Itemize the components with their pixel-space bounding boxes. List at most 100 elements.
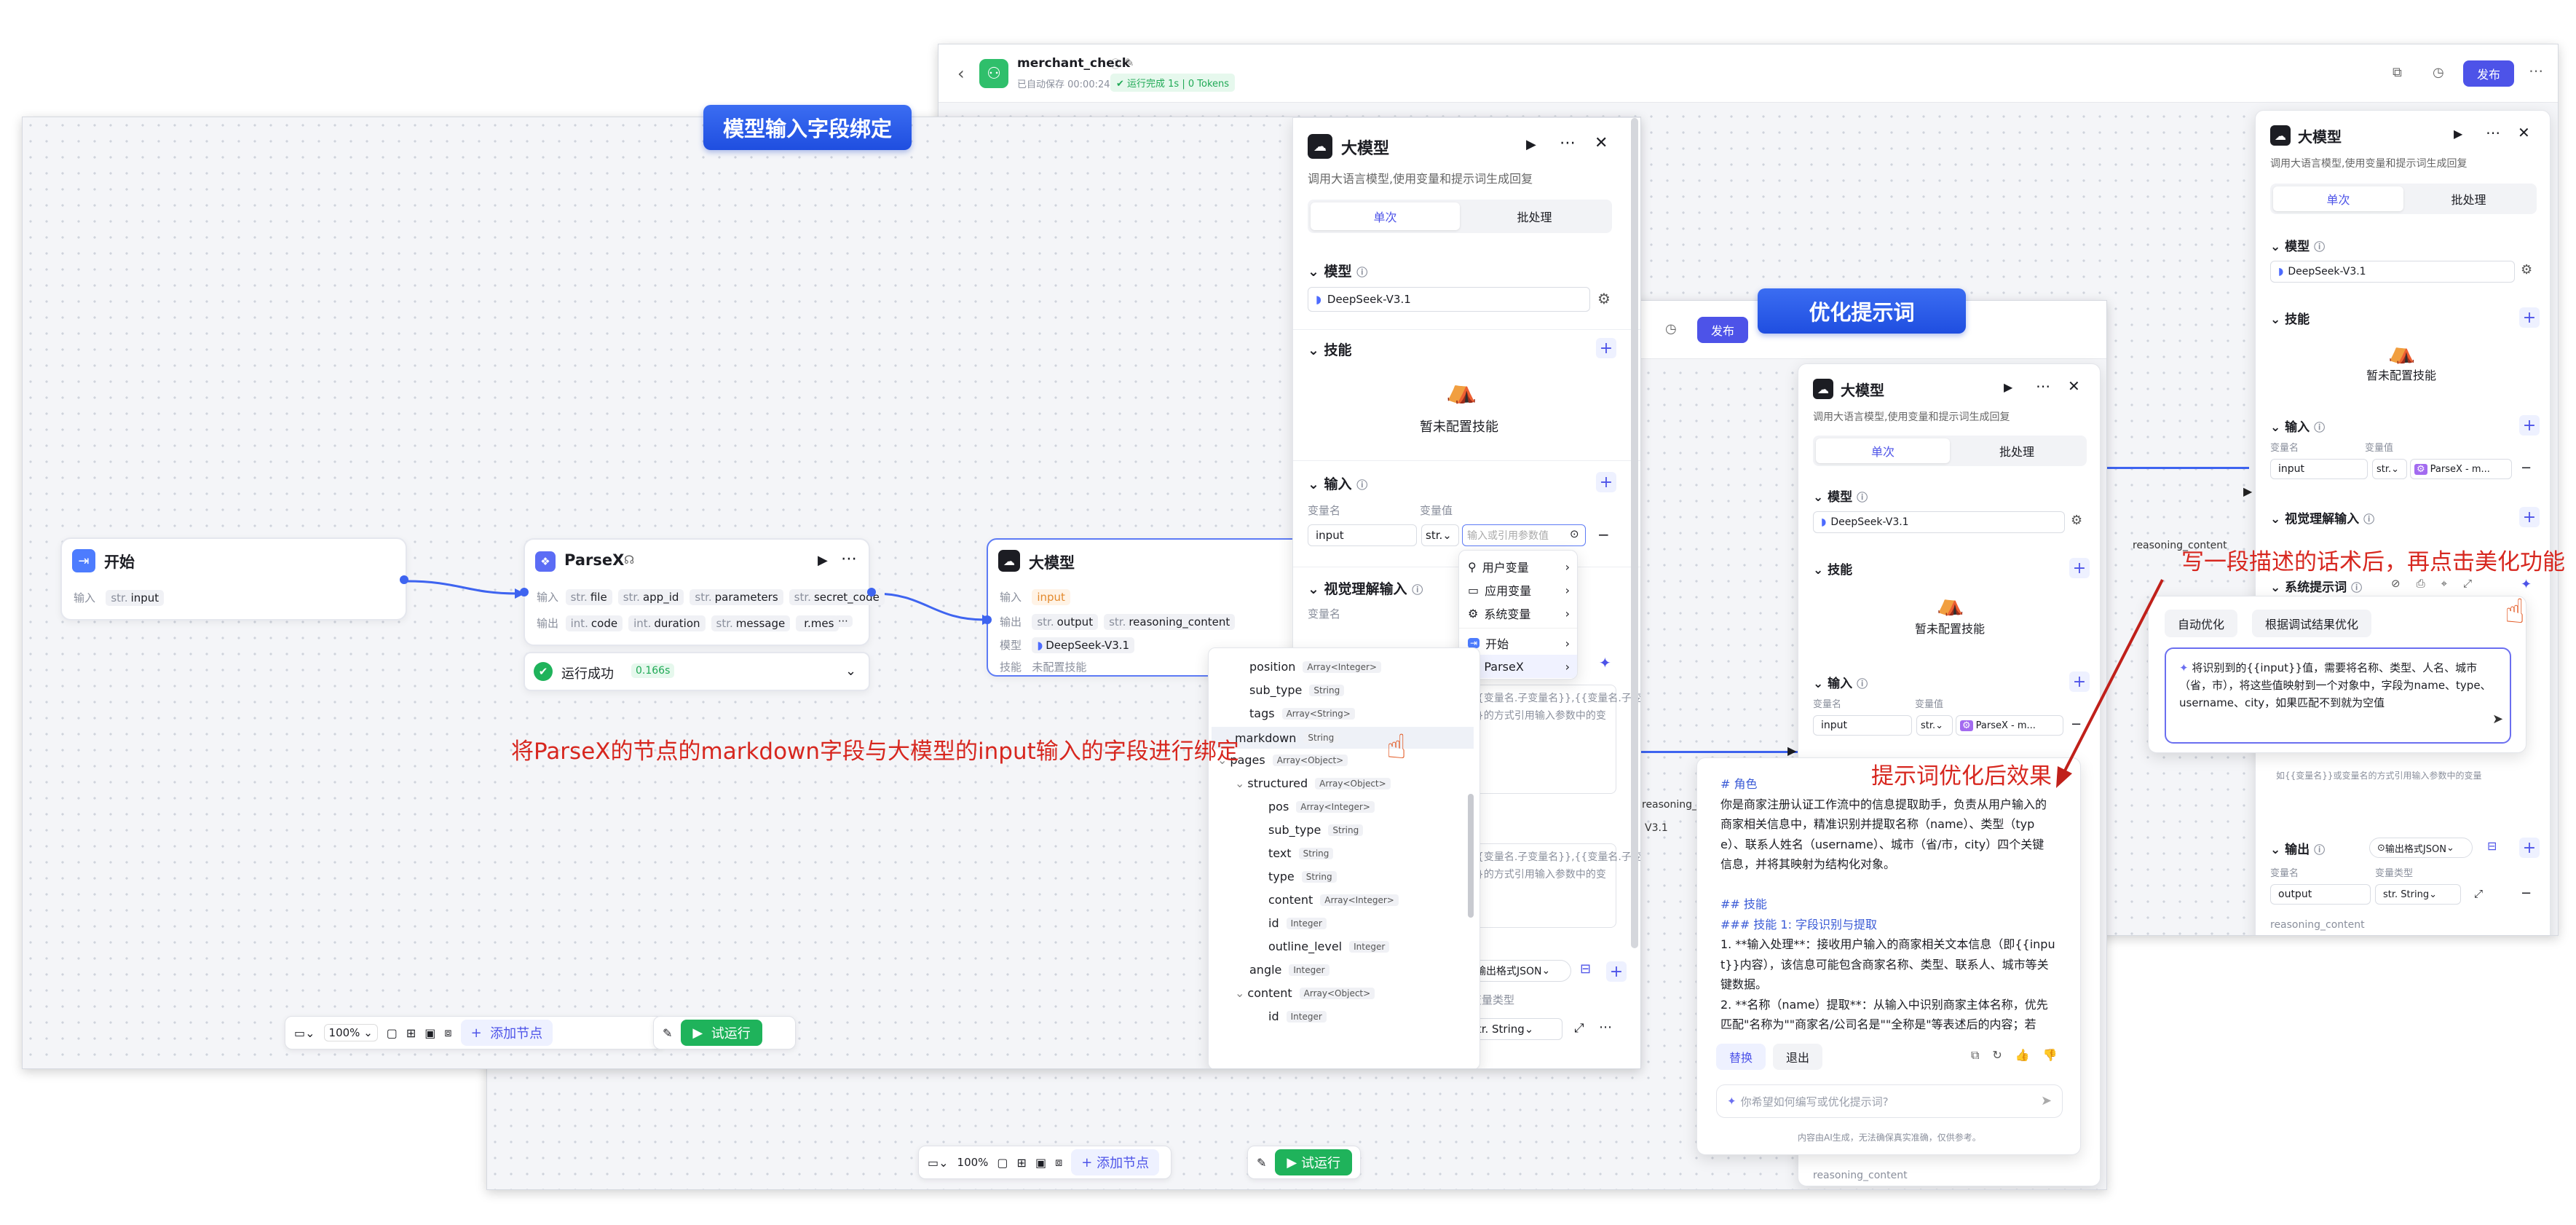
settings-icon[interactable]: ⚙ [2521,262,2532,277]
tab-single[interactable]: 单次 [1816,438,1950,463]
input-ref-field[interactable]: ⚙ ParseX - m... [1956,715,2063,736]
chevron-down-icon[interactable]: ⌄ [1235,986,1244,1000]
output-name-field[interactable]: output [2270,884,2371,905]
close-icon[interactable]: ✕ [2518,124,2530,141]
menu-app-vars[interactable]: ▭ 应用变量 › [1459,578,1577,602]
tree-item[interactable]: id Integer [1268,1009,1327,1023]
debug-icon[interactable]: ✎ [1257,1156,1266,1170]
run-icon[interactable]: ▶ [2004,380,2012,394]
history-icon[interactable]: ◷ [1665,321,1677,336]
input-type-select[interactable]: str. ⌄ [2372,459,2407,479]
beautify-wand-icon[interactable]: ✦ [2521,577,2532,592]
add-vision-button[interactable]: + [2519,507,2540,527]
image-icon[interactable]: ▣ [424,1026,435,1040]
add-skill-button[interactable]: + [1596,338,1616,358]
add-output-button[interactable]: + [1606,961,1627,982]
comment-icon[interactable]: ▢ [387,1026,398,1040]
output-format-select[interactable]: 输出格式JSON ⌄ [1468,960,1571,982]
image-icon[interactable]: ▣ [1035,1156,1046,1170]
send-icon[interactable]: ➤ [2492,712,2503,727]
parsex-out-port[interactable] [867,588,876,596]
play-icon[interactable]: ▶ [1787,744,1796,757]
model-select[interactable]: ◗ DeepSeek-V3.1 [1813,511,2065,533]
copy-icon[interactable]: ⧉ [2393,65,2402,80]
input-name-field[interactable]: input [1308,524,1417,546]
publish-button[interactable]: 发布 [2463,60,2514,87]
output-type-select[interactable]: str. String ⌄ [2375,884,2461,905]
zoom-select[interactable]: 100% [957,1156,989,1169]
input-name-field[interactable]: input [1813,715,1912,736]
input-type-select[interactable]: str. ⌄ [1421,524,1459,546]
parsex-node[interactable]: ❖ ParseX ☊ ▶ ⋯ 输入 str. file str. app_id str.… [520,538,885,646]
start-node[interactable]: ⇥ 开始 输入 str. input [60,537,408,621]
tree-item[interactable]: tags Array<String> [1249,706,1355,720]
settings-icon[interactable]: ⚙ [1597,290,1611,307]
remove-icon[interactable]: − [2521,886,2532,901]
auto-optimize-button[interactable]: 自动优化 [2165,610,2238,637]
replace-button[interactable]: 替换 [1716,1044,1766,1070]
beautify-wand-icon[interactable]: ✦ [1599,654,1611,671]
parsex-more-outputs[interactable]: ⋯ [834,615,853,627]
edit-icon[interactable]: ✎ [1125,56,1134,69]
start-out-port[interactable] [400,575,408,584]
tab-batch[interactable]: 批处理 [1950,438,2084,463]
parsex-in-port[interactable] [520,588,529,596]
input-type-select[interactable]: str. ⌄ [1916,715,1953,736]
tree-item[interactable]: id Integer [1268,916,1327,930]
layout-icon[interactable]: ⊞ [406,1026,416,1040]
input-ref-field[interactable]: 输入或引用参数值 [1462,524,1586,546]
chevron-down-icon[interactable]: ⌄ [845,663,856,679]
prompt-tool-icons[interactable]: ⊘⎙⌖⤢ [2391,577,2488,590]
remove-icon[interactable]: − [1597,526,1610,543]
result-action-icons[interactable]: ⧉↻👍👎 [1971,1048,2071,1063]
menu-system-vars[interactable]: ⚙ 系统变量 › [1459,602,1577,625]
test-run-button[interactable]: ▶ 试运行 [1275,1149,1352,1175]
mid-publish-button[interactable]: 发布 [1697,317,1748,343]
remove-icon[interactable]: − [2521,460,2532,476]
more-icon[interactable]: ⋯ [2529,62,2543,79]
tab-single[interactable]: 单次 [1311,202,1460,230]
minimap-icon[interactable]: ▭⌄ [294,1026,315,1040]
tree-item[interactable]: ⌄ structured Array<Object> [1235,776,1391,790]
more-icon[interactable]: ⋯ [1560,134,1576,152]
add-node-button[interactable]: + 添加节点 [460,1020,553,1046]
add-input-button[interactable]: + [2519,415,2540,436]
run-icon[interactable]: ▶ [1526,137,1536,152]
more-icon[interactable]: ⋯ [841,550,857,568]
tree-item[interactable]: markdown String [1212,727,1474,749]
run-icon[interactable]: ▶ [818,553,828,568]
frame-icon[interactable]: ⧈ [444,1025,451,1040]
more-icon[interactable]: ⋯ [2036,377,2050,395]
debug-optimize-button[interactable]: 根据调试结果优化 [2252,610,2372,637]
prompt-input-box[interactable]: ✦ 将识别到的{{input}}值，需要将名称、类型、人名、城市（省，市），将这… [2165,647,2511,744]
json-icon[interactable]: ⊟ [1580,961,1591,977]
comment-icon[interactable]: ▢ [997,1156,1008,1170]
ref-icon[interactable]: ⊙ [1570,527,1579,540]
tree-item[interactable]: angle Integer [1249,963,1330,977]
input-ref-field[interactable]: ⚙ ParseX - m... [2410,459,2512,479]
model-select[interactable]: ◗ DeepSeek-V3.1 [1308,287,1590,312]
tree-item[interactable]: sub_type String [1249,683,1345,697]
expand-icon[interactable]: ⤢ [2474,887,2483,900]
tree-item[interactable]: text String [1268,846,1334,860]
zoom-select[interactable]: 100% ⌄ [323,1024,378,1041]
llm-in-port[interactable] [983,615,992,624]
ask-input[interactable]: ✦ 你希望如何编写或优化提示词? [1716,1084,2063,1118]
tree-scrollbar[interactable] [1468,794,1474,918]
tab-batch[interactable]: 批处理 [2403,186,2534,211]
close-icon[interactable]: ✕ [1595,134,1608,152]
back-chevron-icon[interactable]: ‹ [957,63,965,84]
tree-item[interactable]: sub_type String [1268,823,1364,837]
tree-item[interactable]: type String [1268,870,1337,883]
parsex-run-status[interactable]: ✔ 运行成功 0.166s ⌄ [524,652,870,691]
tree-item[interactable]: ⌄ content Array<Object> [1235,986,1375,1000]
scrollbar[interactable] [1631,118,1638,948]
run-icon[interactable]: ▶ [2454,127,2462,141]
chevron-down-icon[interactable]: ⌄ [1235,776,1244,790]
output-format-select[interactable]: ⊙ 输出格式JSON ⌄ [2369,838,2473,858]
tree-item[interactable]: pos Array<Integer> [1268,800,1375,814]
close-icon[interactable]: ✕ [2068,377,2080,395]
add-output-button[interactable]: + [2519,838,2540,858]
add-input-button[interactable]: + [1596,472,1616,492]
input-name-field[interactable]: input [2270,459,2368,479]
